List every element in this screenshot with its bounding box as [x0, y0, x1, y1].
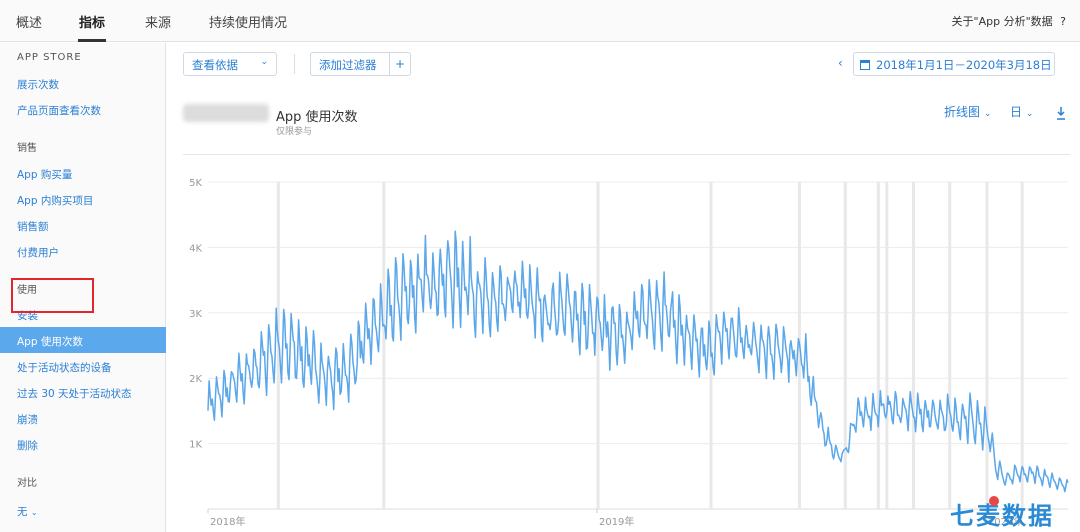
blurred-total-value — [183, 104, 269, 122]
sidebar-item-product-page-views[interactable]: 产品页面查看次数 — [17, 103, 101, 118]
granularity-dropdown[interactable]: 日 ⌄ — [1010, 103, 1033, 120]
date-range-label[interactable]: 2018年1月1日－2020年3月18日 — [876, 58, 1052, 72]
event-marker-bar — [911, 182, 915, 509]
highlight-annotation-box — [11, 278, 94, 313]
sidebar-item-crashes[interactable]: 崩溃 — [17, 412, 38, 427]
sidebar-item-sales[interactable]: 销售额 — [17, 219, 49, 234]
event-marker-bar — [1020, 182, 1024, 509]
watermark-pin-icon — [989, 496, 999, 506]
sidebar-item-in-app-purchases[interactable]: App 内购买项目 — [17, 193, 93, 208]
y-tick-label: 3K — [189, 309, 202, 320]
chevron-down-icon: ⌄ — [260, 57, 268, 67]
event-marker-bar — [885, 182, 889, 509]
y-tick-label: 1K — [189, 440, 202, 451]
toolbar-divider — [294, 54, 295, 74]
event-marker-bar — [948, 182, 952, 509]
sidebar-item-deletions[interactable]: 删除 — [17, 438, 38, 453]
date-range-picker[interactable]: 2018年1月1日－2020年3月18日 — [853, 52, 1055, 76]
tab-sources[interactable]: 来源 — [145, 12, 171, 31]
chart-type-label[interactable]: 折线图 — [944, 105, 980, 119]
event-marker-bar — [382, 182, 386, 509]
download-icon[interactable] — [1056, 106, 1066, 120]
y-tick-label: 4K — [189, 243, 202, 254]
sidebar-item-app-units[interactable]: App 购买量 — [17, 167, 72, 182]
chevron-down-icon: ⌄ — [1025, 109, 1034, 119]
granularity-label[interactable]: 日 — [1010, 105, 1022, 119]
event-marker-bar — [843, 182, 847, 509]
section-sales: 销售 — [17, 143, 37, 154]
chevron-down-icon: ⌄ — [30, 508, 38, 517]
compare-dropdown[interactable]: 无 ⌄ — [17, 504, 38, 519]
view-by-dropdown[interactable]: 查看依据 ⌄ — [183, 52, 277, 76]
chart-subtitle: 仅限参与 — [276, 127, 313, 137]
chevron-down-icon: ⌄ — [983, 109, 992, 119]
section-compare: 对比 — [17, 478, 37, 489]
previous-period-icon[interactable]: ‹ — [838, 56, 843, 70]
y-tick-label: 5K — [189, 178, 202, 189]
calendar-icon — [860, 60, 870, 70]
tab-retention[interactable]: 持续使用情况 — [209, 12, 287, 31]
top-navigation: 概述 指标 来源 持续使用情况 关于"App 分析"数据 ? — [0, 0, 1080, 42]
sidebar-item-active-last-30-days[interactable]: 过去 30 天处于活动状态 — [17, 386, 132, 401]
watermark-logo: 七麦数据 — [950, 502, 1054, 530]
event-marker-bar — [985, 182, 989, 509]
chart-type-dropdown[interactable]: 折线图 ⌄ — [944, 103, 991, 120]
sidebar-item-sessions[interactable]: App 使用次数 — [17, 334, 83, 349]
add-filter-button[interactable]: 添加过滤器 — [310, 52, 389, 76]
active-tab-indicator — [78, 39, 106, 42]
x-tick-label: 2018年 — [210, 515, 245, 528]
section-app-store: APP STORE — [17, 52, 82, 63]
x-tick-label: 2019年 — [599, 515, 634, 528]
compare-value[interactable]: 无 — [17, 506, 28, 518]
about-data-link[interactable]: 关于"App 分析"数据 ? — [952, 13, 1066, 29]
event-marker-bar — [876, 182, 880, 509]
chart-title: App 使用次数 — [276, 110, 358, 125]
help-icon[interactable]: ? — [1060, 15, 1066, 28]
event-marker-bar — [596, 182, 600, 509]
y-tick-label: 2K — [189, 374, 202, 385]
add-filter-plus-button[interactable]: + — [389, 52, 411, 76]
sessions-line-chart: 1K2K3K4K5K2018年 2019年 2020年 — [189, 178, 1069, 528]
view-by-label[interactable]: 查看依据 — [192, 58, 238, 72]
about-data-label[interactable]: 关于"App 分析"数据 — [952, 15, 1053, 28]
sidebar-item-paying-users[interactable]: 付费用户 — [17, 245, 59, 260]
sidebar-item-impressions[interactable]: 展示次数 — [17, 77, 59, 92]
sidebar-item-active-devices[interactable]: 处于活动状态的设备 — [17, 360, 112, 375]
series-line — [207, 230, 1069, 493]
tab-overview[interactable]: 概述 — [16, 12, 42, 31]
header-divider — [183, 154, 1070, 155]
tab-metrics[interactable]: 指标 — [79, 12, 105, 31]
